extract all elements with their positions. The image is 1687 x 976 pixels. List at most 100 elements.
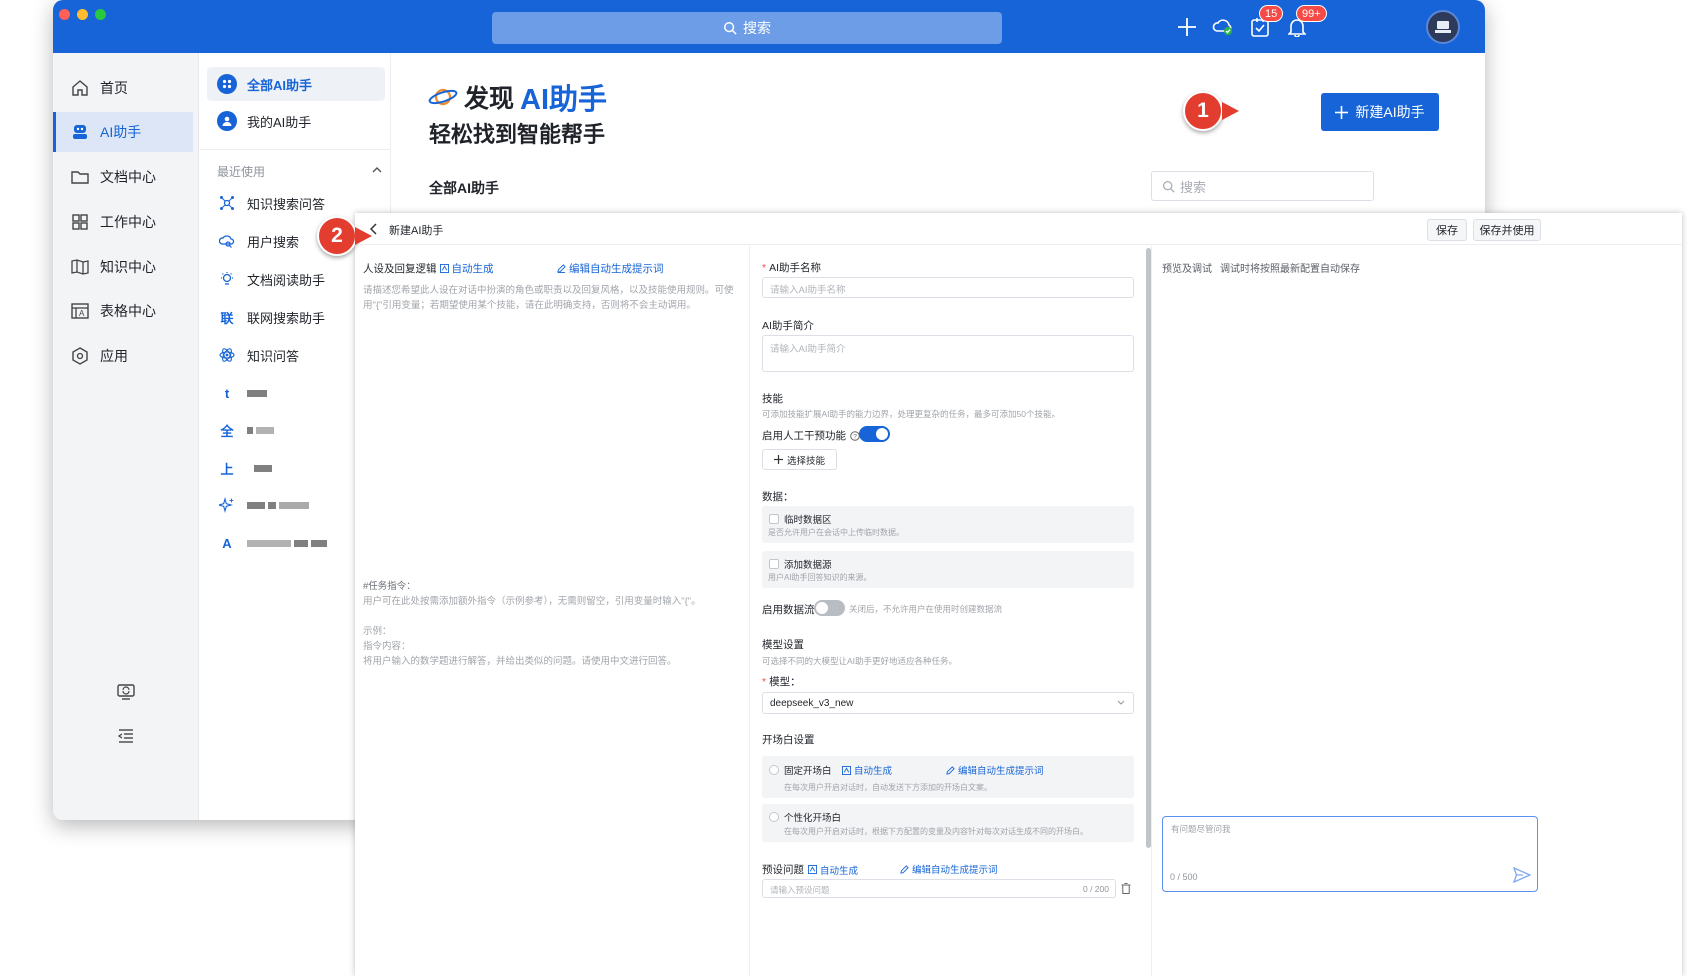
- preset-auto-generate-link[interactable]: 自动生成: [808, 863, 858, 877]
- hero-subtitle: 轻松找到智能帮手: [429, 122, 606, 147]
- preset-placeholder: 请输入预设问题: [770, 885, 830, 895]
- manual-intervention-row: 启用人工干预功能 ?: [762, 428, 860, 443]
- all-ai-assistants-tab[interactable]: 全部AI助手: [207, 67, 385, 101]
- nav-item-table[interactable]: A 表格中心: [53, 291, 193, 331]
- nav-item-ai-assistant[interactable]: AI助手: [53, 112, 193, 152]
- nav-item-label: 文档中心: [100, 169, 156, 185]
- hexagon-icon: [71, 347, 89, 365]
- fixed-opening-card[interactable]: 固定开场白 自动生成 编辑自动生成提示词 在每次用户开启对话时，自动发送下方添加…: [762, 756, 1134, 798]
- data-label: 数据：: [762, 491, 794, 503]
- temp-data-card[interactable]: 临时数据区 是否允许用户在会话中上传临时数据。: [762, 506, 1134, 543]
- model-select[interactable]: deepseek_v3_new: [762, 692, 1134, 714]
- app-glyph-icon: A: [222, 535, 232, 551]
- opening-auto-generate-link[interactable]: 自动生成: [842, 763, 892, 777]
- intro-label: AI助手简介: [762, 320, 814, 332]
- section-title: 全部AI助手: [429, 180, 499, 196]
- preview-title: 预览及调试: [1162, 264, 1212, 275]
- new-ai-button-label: 新建AI助手: [1355, 104, 1425, 120]
- nav-item-label: 知识中心: [100, 259, 156, 275]
- screen-sync-icon[interactable]: [115, 681, 137, 703]
- persona-placeholder-line: 请描述您希望此人设在对话中扮演的角色或职责以及回复风格，以及技能使用规则。可使: [363, 285, 734, 296]
- assistant-name-input[interactable]: 请输入AI助手名称: [762, 277, 1134, 298]
- persona-edit-prompt-link[interactable]: 编辑自动生成提示词: [557, 261, 664, 276]
- persona-textarea[interactable]: 请描述您希望此人设在对话中扮演的角色或职责以及回复风格，以及技能使用规则。可使 …: [363, 283, 743, 313]
- close-window-button[interactable]: [59, 9, 70, 20]
- nav-item-work[interactable]: 工作中心: [53, 202, 193, 242]
- new-ai-assistant-button[interactable]: 新建AI助手: [1321, 93, 1439, 131]
- name-label: * AI助手名称: [762, 262, 822, 274]
- trash-icon[interactable]: [1121, 883, 1131, 894]
- editor-header: 新建AI助手 保存 保存并使用: [355, 213, 1682, 245]
- hero-accent: AI助手: [520, 84, 608, 116]
- assistant-intro-input[interactable]: 请输入AI助手简介: [762, 335, 1134, 372]
- app-glyph-icon: t: [224, 385, 230, 401]
- task-line: 用户可在此处按需添加额外指令（示例参考），无需则留空，引用变量时输入"{"。: [363, 596, 701, 607]
- chat-input[interactable]: 有问题尽管问我 0 / 500: [1162, 816, 1538, 892]
- bulb-icon: [217, 269, 237, 289]
- chat-placeholder: 有问题尽管问我: [1171, 824, 1231, 834]
- assistant-search-input[interactable]: 搜索: [1151, 171, 1374, 201]
- preset-question-input[interactable]: 请输入预设问题 0 / 200: [762, 879, 1116, 898]
- persona-auto-generate-link[interactable]: 自动生成: [439, 261, 494, 276]
- svg-text:?: ?: [853, 433, 857, 440]
- preview-hint: 调试时将按照最新配置自动保存: [1220, 264, 1360, 275]
- data-source-card[interactable]: 添加数据源 用户AI助手回答知识的来源。: [762, 551, 1134, 588]
- example-label: 示例：: [363, 626, 392, 637]
- collapse-menu-icon[interactable]: [115, 725, 137, 747]
- todo-icon[interactable]: 15: [1247, 5, 1284, 40]
- hero-title: 发现 AI助手: [428, 76, 607, 118]
- send-icon[interactable]: [1513, 867, 1531, 883]
- preset-edit-prompt-link[interactable]: 编辑自动生成提示词: [900, 862, 998, 876]
- data-stream-toggle[interactable]: [814, 600, 845, 616]
- table-icon: A: [71, 302, 89, 320]
- step-one-pointer: [1222, 102, 1239, 120]
- save-and-use-button[interactable]: 保存并使用: [1473, 219, 1541, 241]
- data-source-checkbox[interactable]: [769, 559, 779, 569]
- manual-intervention-toggle[interactable]: [859, 426, 890, 442]
- book-icon: [71, 258, 89, 276]
- fixed-opening-title: 固定开场白: [784, 766, 832, 777]
- left-navigation: 首页 AI助手 文档中心 工作中心 知识中心 A 表格中心 应用: [53, 53, 199, 820]
- plus-icon[interactable]: [1174, 14, 1200, 40]
- redacted-label: [247, 426, 274, 434]
- chevron-up-icon[interactable]: [372, 166, 382, 174]
- recent-item-label: 知识问答: [247, 348, 300, 364]
- svg-text:A: A: [79, 309, 85, 318]
- app-glyph-icon: 上: [220, 461, 234, 477]
- minimize-window-button[interactable]: [77, 9, 88, 20]
- data-source-title: 添加数据源: [784, 560, 832, 571]
- maximize-window-button[interactable]: [95, 9, 106, 20]
- cloud-sync-icon[interactable]: [1210, 14, 1236, 40]
- user-avatar[interactable]: [1426, 10, 1460, 44]
- data-stream-hint: 关闭后，不允许用户在使用时创建数据流: [849, 604, 1003, 614]
- temp-data-checkbox[interactable]: [769, 514, 779, 524]
- nav-item-knowledge[interactable]: 知识中心: [53, 247, 193, 287]
- save-button[interactable]: 保存: [1427, 219, 1467, 241]
- model-settings-label: 模型设置: [762, 639, 804, 651]
- bell-icon[interactable]: 99+: [1284, 5, 1327, 40]
- grid-icon: [71, 213, 89, 231]
- opening-edit-prompt-link[interactable]: 编辑自动生成提示词: [946, 763, 1044, 777]
- task-heading: #任务指令：: [363, 581, 416, 592]
- nav-item-home[interactable]: 首页: [53, 68, 193, 108]
- preview-header: 预览及调试 调试时将按照最新配置自动保存: [1162, 260, 1360, 275]
- personal-opening-title: 个性化开场白: [784, 813, 842, 824]
- nav-item-apps[interactable]: 应用: [53, 336, 193, 376]
- model-hint: 可选择不同的大模型让AI助手更好地适应各种任务。: [762, 656, 958, 666]
- personal-opening-card[interactable]: 个性化开场白 在每次用户开启对话时，根据下方配置的变量及内容针对每次对话生成不同…: [762, 804, 1134, 842]
- folder-icon: [71, 168, 89, 186]
- select-skills-button[interactable]: 选择技能: [762, 449, 837, 470]
- persona-label: 人设及回复逻辑: [363, 263, 437, 275]
- edit-icon: [557, 264, 566, 273]
- my-ai-assistants-tab[interactable]: 我的AI助手: [207, 104, 385, 138]
- recent-item-label: 文档阅读助手: [247, 272, 326, 288]
- todo-badge: 15: [1259, 5, 1284, 22]
- global-search-bar[interactable]: 搜索: [492, 12, 1002, 44]
- step-two-pointer: [355, 227, 372, 245]
- redacted-label: [247, 539, 327, 547]
- personal-opening-radio[interactable]: [769, 812, 779, 822]
- persona-panel: 人设及回复逻辑 自动生成 编辑自动生成提示词 请描述您希望此人设在对话中扮演的角…: [355, 246, 750, 976]
- recent-item-label: 知识搜索问答: [247, 196, 326, 212]
- fixed-opening-radio[interactable]: [769, 765, 779, 775]
- nav-item-docs[interactable]: 文档中心: [53, 157, 193, 197]
